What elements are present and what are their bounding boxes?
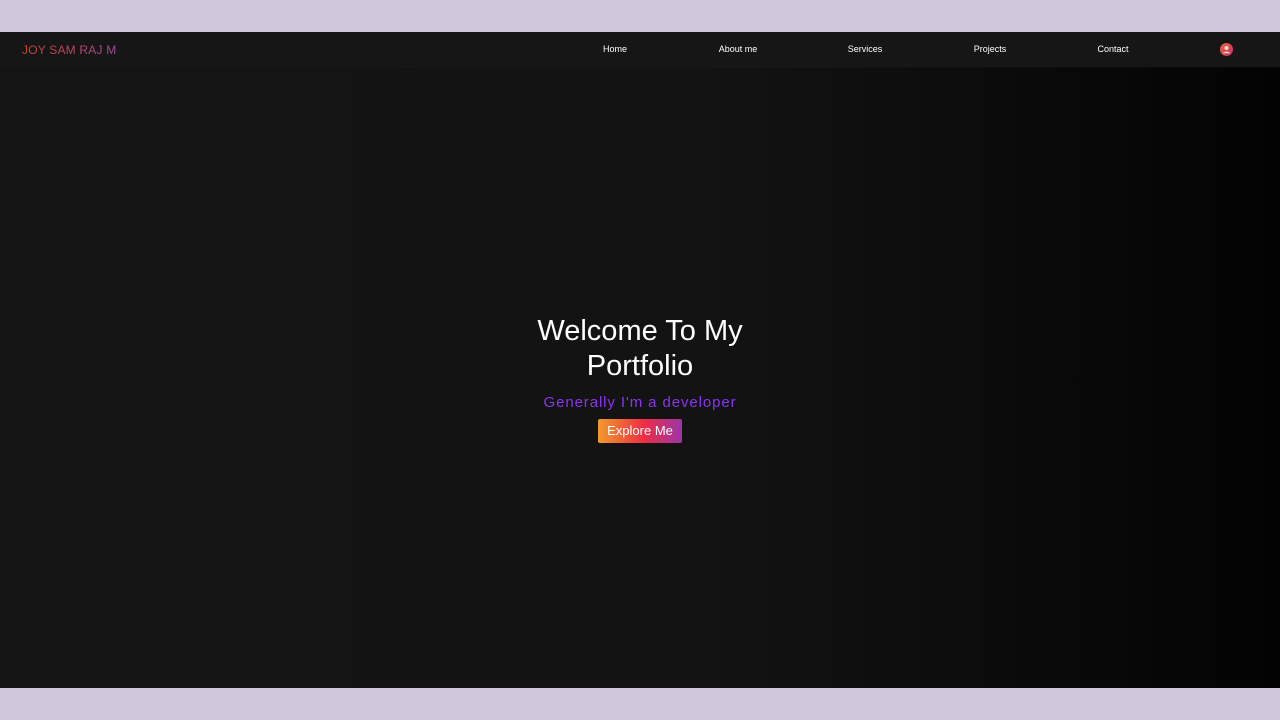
nav-link-services[interactable]: Services — [848, 44, 883, 54]
hero-title-line-1: Welcome To My — [537, 315, 743, 347]
hero-section: Welcome To My Portfolio Generally I'm a … — [340, 314, 940, 443]
explore-me-button[interactable]: Explore Me — [598, 419, 682, 443]
nav-link-home[interactable]: Home — [603, 44, 627, 54]
user-silhouette-icon — [1223, 46, 1230, 54]
hero-title: Welcome To My Portfolio — [340, 314, 940, 384]
portfolio-page: JOY SAM RAJ M Home About me Services Pro… — [0, 32, 1280, 688]
user-avatar-icon[interactable] — [1220, 43, 1233, 56]
hero-subtitle: Generally I'm a developer — [543, 394, 737, 411]
hero-title-line-2: Portfolio — [586, 350, 694, 382]
nav-link-contact[interactable]: Contact — [1097, 44, 1128, 54]
nav-link-projects[interactable]: Projects — [974, 44, 1007, 54]
brand-logo[interactable]: JOY SAM RAJ M — [22, 43, 116, 57]
nav-link-about-me[interactable]: About me — [719, 44, 758, 54]
navbar: JOY SAM RAJ M Home About me Services Pro… — [0, 32, 1280, 67]
